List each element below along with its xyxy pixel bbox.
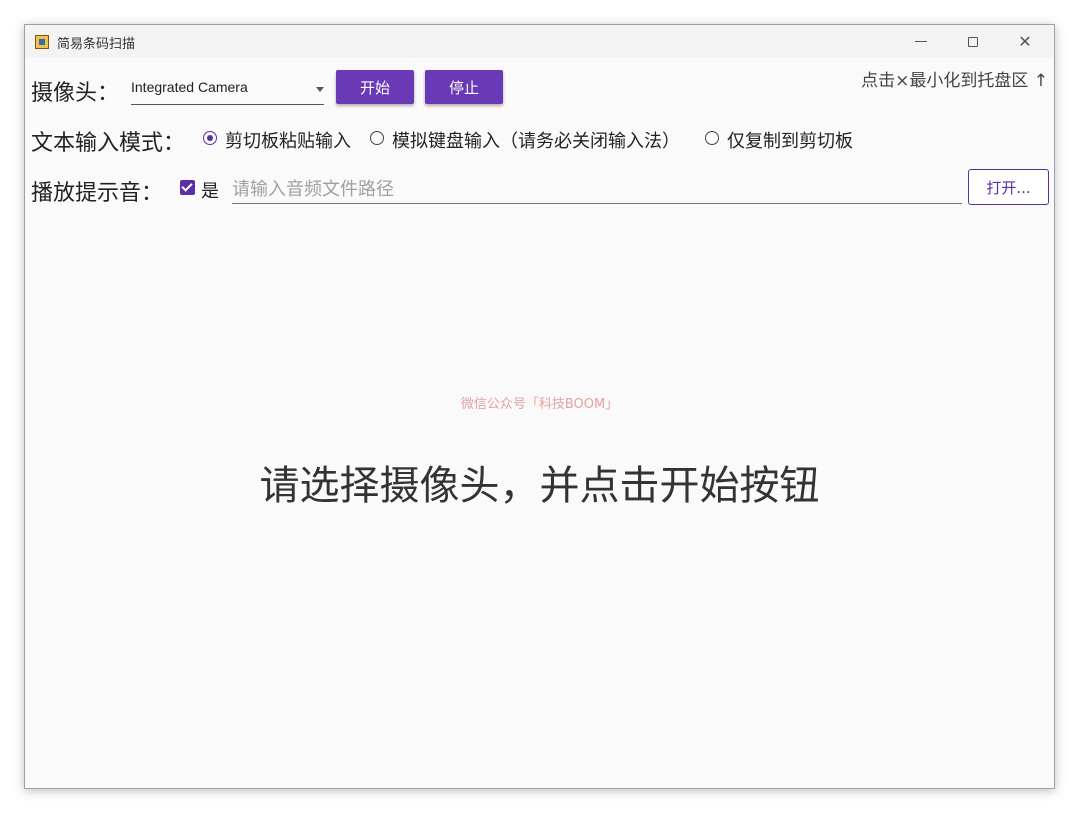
radio-clipboard-paste[interactable]: [203, 131, 217, 145]
audio-path-input[interactable]: 请输入音频文件路径: [232, 173, 962, 204]
maximize-icon: [968, 36, 978, 47]
sound-enabled-label[interactable]: 是: [201, 177, 219, 203]
close-button[interactable]: ✕: [1002, 25, 1048, 58]
maximize-button[interactable]: [950, 25, 996, 58]
close-icon: ✕: [1018, 31, 1032, 51]
stop-button[interactable]: 停止: [425, 70, 503, 104]
camera-label: 摄像头：: [31, 81, 120, 106]
radio-clipboard-paste-label[interactable]: 剪切板粘贴输入: [225, 127, 351, 153]
title-bar[interactable]: 简易条码扫描 ✕: [25, 25, 1054, 58]
watermark: 微信公众号「科技BOOM」: [460, 397, 619, 412]
text-input-mode-label: 文本输入模式：: [31, 131, 186, 156]
open-file-button[interactable]: 打开...: [968, 169, 1049, 205]
app-icon: [35, 35, 49, 49]
start-button[interactable]: 开始: [336, 70, 414, 104]
radio-copy-only[interactable]: [705, 131, 719, 145]
camera-select-value: Integrated Camera: [131, 79, 248, 95]
radio-simulate-keyboard-label[interactable]: 模拟键盘输入（请务必关闭输入法）: [392, 127, 680, 153]
sound-label: 播放提示音：: [31, 181, 164, 206]
sound-enabled-checkbox[interactable]: [180, 180, 195, 195]
camera-preview-message: 请选择摄像头，并点击开始按钮: [259, 463, 820, 509]
minimize-button[interactable]: [898, 25, 944, 58]
camera-select[interactable]: Integrated Camera: [131, 75, 324, 105]
window-title: 简易条码扫描: [57, 37, 136, 52]
minimize-icon: [915, 41, 927, 42]
radio-simulate-keyboard[interactable]: [370, 131, 384, 145]
app-window: 简易条码扫描 ✕ 摄像头： Integrated Camera 开始 停止 点击…: [24, 24, 1055, 789]
tray-hint: 点击×最小化到托盘区 ↑: [861, 71, 1048, 91]
chevron-down-icon: [316, 87, 324, 92]
radio-copy-only-label[interactable]: 仅复制到剪切板: [727, 127, 853, 153]
